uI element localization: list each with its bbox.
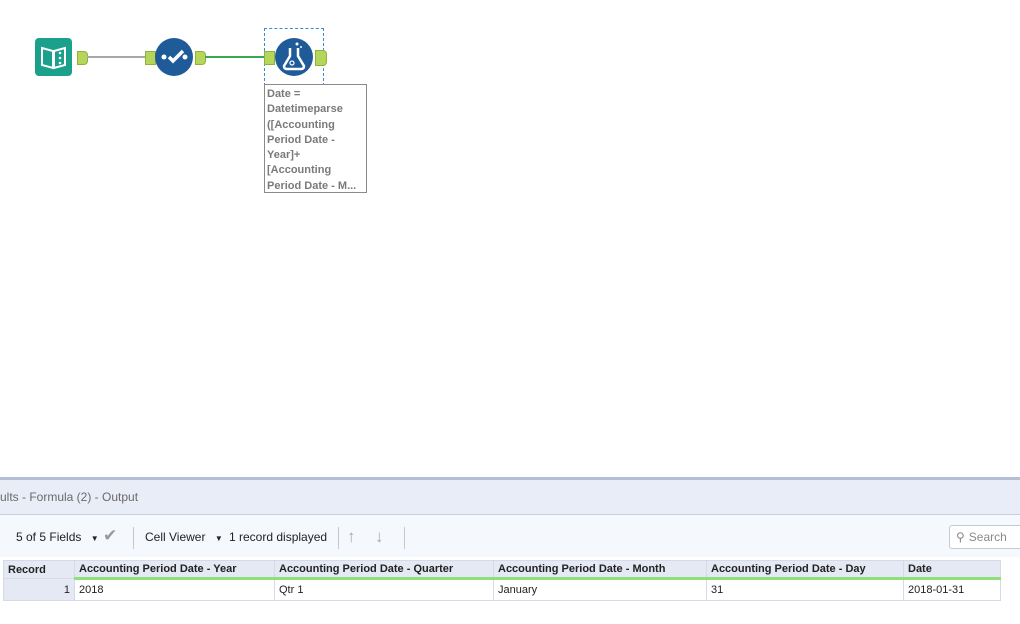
cell[interactable]: 2018-01-31 xyxy=(903,578,1001,601)
record-count: 1 record displayed xyxy=(229,530,328,544)
chevron-down-icon: ▼ xyxy=(90,534,99,543)
cell[interactable]: 31 xyxy=(706,578,904,601)
book-icon xyxy=(41,46,66,70)
column-header[interactable]: Accounting Period Date - Day xyxy=(706,560,904,580)
search-placeholder: Search xyxy=(968,530,1007,544)
select-tool[interactable] xyxy=(155,38,193,76)
column-header[interactable]: Record xyxy=(3,560,75,579)
table-row[interactable]: 1 2018 Qtr 1 January 31 2018-01-31 xyxy=(3,578,1001,601)
results-table: Record Accounting Period Date - Year Acc… xyxy=(3,560,1001,601)
arrow-down-icon[interactable]: ↓ xyxy=(375,527,384,547)
column-header[interactable]: Accounting Period Date - Year xyxy=(74,560,275,580)
output-anchor[interactable] xyxy=(195,51,206,65)
connection-line xyxy=(205,56,265,58)
fields-label: 5 of 5 Fields xyxy=(16,530,82,544)
connection-line xyxy=(87,56,147,58)
apply-check-icon[interactable]: ✔ xyxy=(103,526,117,546)
cell[interactable]: 1 xyxy=(3,578,75,601)
divider xyxy=(338,527,339,549)
divider xyxy=(133,527,134,549)
results-toolbar: 5 of 5 Fields ▼ ✔ Cell Viewer ▼ 1 record… xyxy=(0,515,1020,557)
output-anchor[interactable] xyxy=(77,51,88,65)
column-header[interactable]: Accounting Period Date - Quarter xyxy=(274,560,494,580)
cell[interactable]: Qtr 1 xyxy=(274,578,494,601)
input-data-tool[interactable] xyxy=(35,38,72,76)
cell-viewer-label: Cell Viewer xyxy=(145,530,206,544)
formula-tool[interactable] xyxy=(275,38,313,76)
table-header-row: Record Accounting Period Date - Year Acc… xyxy=(3,560,1001,580)
search-input[interactable]: ⚲ Search xyxy=(949,525,1020,549)
flask-icon xyxy=(282,42,306,71)
check-icon xyxy=(161,49,188,64)
cell-viewer-dropdown[interactable]: Cell Viewer ▼ xyxy=(145,530,223,544)
divider xyxy=(404,527,405,549)
input-anchor[interactable] xyxy=(264,51,275,65)
output-anchor[interactable] xyxy=(315,50,327,66)
arrow-up-icon[interactable]: ↑ xyxy=(347,527,356,547)
column-header[interactable]: Accounting Period Date - Month xyxy=(493,560,707,580)
fields-dropdown[interactable]: 5 of 5 Fields ▼ xyxy=(16,530,99,544)
cell[interactable]: January xyxy=(493,578,707,601)
cell[interactable]: 2018 xyxy=(74,578,275,601)
tool-annotation: Date = Datetimeparse ([Accounting Period… xyxy=(264,84,367,193)
chevron-down-icon: ▼ xyxy=(214,534,223,543)
results-header: ults - Formula (2) - Output xyxy=(0,480,1020,515)
column-header[interactable]: Date xyxy=(903,560,1001,580)
results-title: ults - Formula (2) - Output xyxy=(0,490,139,504)
search-icon: ⚲ xyxy=(956,530,965,544)
